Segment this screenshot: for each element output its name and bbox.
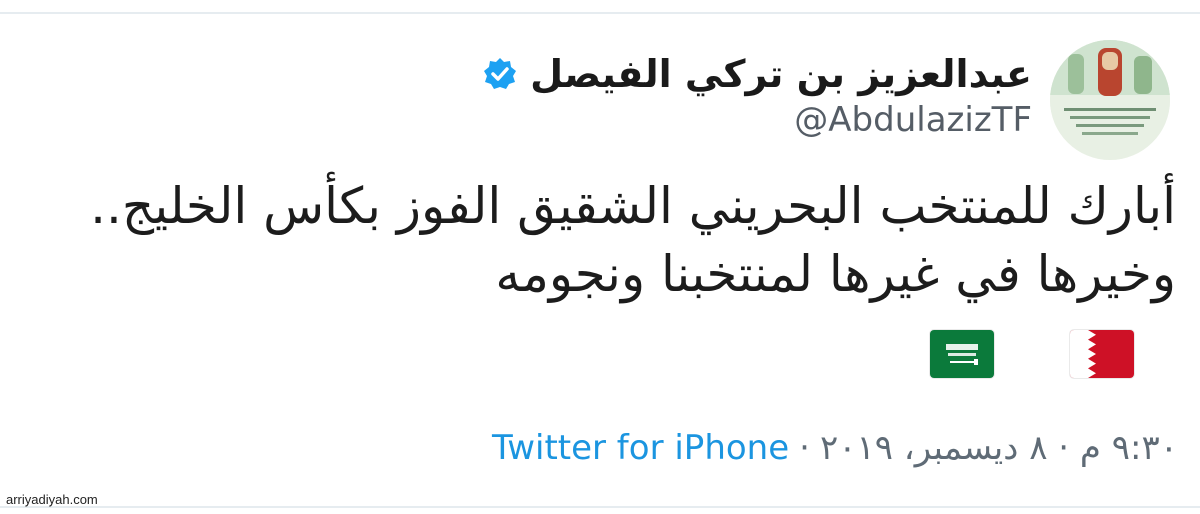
avatar[interactable] [1050,40,1170,160]
avatar-image [1050,40,1170,160]
tweet-body: أبارك للمنتخب البحريني الشقيق الفوز بكأس… [16,172,1176,308]
tweet-source-link[interactable]: Twitter for iPhone [492,428,789,468]
flag-emojis [930,330,1134,378]
tweet-line-2: وخيرها في غيرها لمنتخبنا ونجومه [495,245,1176,303]
author-display-name[interactable]: عبدالعزيز بن تركي الفيصل [530,52,1032,96]
verified-badge-icon [482,56,518,92]
author-handle[interactable]: @AbdulazizTF [794,100,1032,140]
bahrain-flag-emoji [1070,330,1134,378]
tweet-timestamp[interactable]: ٩:٣٠ م · ٨ ديسمبر، ٢٠١٩ [820,428,1178,468]
site-watermark: arriyadiyah.com [6,492,98,507]
tweet-meta: ٩:٣٠ م · ٨ ديسمبر، ٢٠١٩ · Twitter for iP… [492,428,1178,468]
author-name-row[interactable]: عبدالعزيز بن تركي الفيصل [482,52,1032,96]
top-divider [0,12,1200,14]
tweet-line-1: أبارك للمنتخب البحريني الشقيق الفوز بكأس… [90,177,1176,235]
saudi-flag-emoji [930,330,994,378]
bottom-divider [0,506,1200,508]
meta-separator: · [799,428,810,468]
